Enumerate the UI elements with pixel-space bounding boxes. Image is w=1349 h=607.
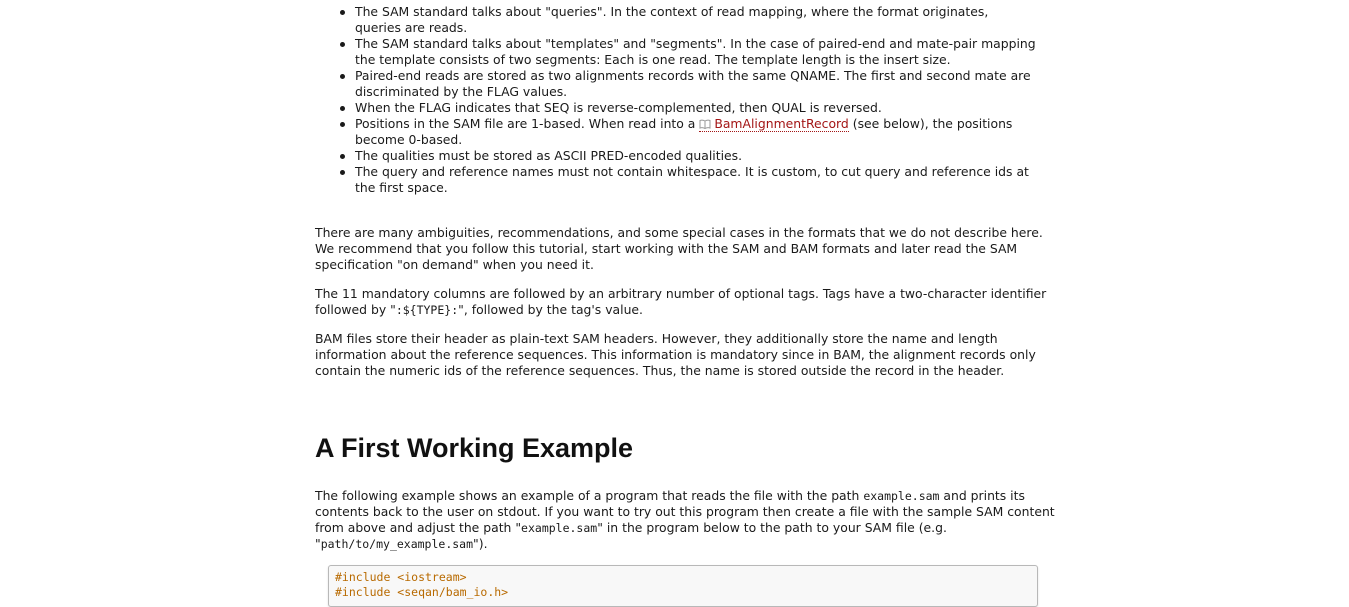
list-item-text: Paired-end reads are stored as two align… (355, 68, 1031, 99)
list-item: The SAM standard talks about "queries". … (337, 4, 1037, 36)
list-item-text: The query and reference names must not c… (355, 164, 1029, 195)
ambiguities-paragraph: There are many ambiguities, recommendati… (315, 225, 1043, 272)
paragraph-text: ", followed by the tag's value. (458, 302, 643, 317)
paragraph-text: The following example shows an example o… (315, 488, 864, 503)
list-item-text: The SAM standard talks about "templates"… (355, 36, 1036, 67)
list-item-text: Positions in the SAM file are 1-based. W… (355, 116, 700, 131)
list-item: Positions in the SAM file are 1-based. W… (337, 116, 1037, 148)
inline-code: :${TYPE}: (395, 303, 459, 317)
sam-notes-list: The SAM standard talks about "queries". … (337, 4, 1037, 196)
section-heading: A First Working Example (315, 433, 634, 463)
code-line: #include <iostream> (335, 570, 467, 584)
list-item-text: The qualities must be stored as ASCII PR… (355, 148, 743, 163)
list-item: When the FLAG indicates that SEQ is reve… (337, 100, 1037, 116)
book-icon (699, 119, 711, 129)
inline-code: example.sam (863, 489, 940, 503)
tags-paragraph: The 11 mandatory columns are followed by… (315, 286, 1055, 318)
bam-alignment-record-link[interactable]: BamAlignmentRecord (699, 116, 849, 132)
list-item: The SAM standard talks about "templates"… (337, 36, 1037, 68)
code-block[interactable]: #include <iostream> #include <seqan/bam_… (328, 565, 1038, 607)
bam-header-paragraph: BAM files store their header as plain-te… (315, 331, 1036, 378)
inline-code: example.sam (521, 521, 598, 535)
inline-code: path/to/my_example.sam (320, 537, 474, 551)
list-item-text: The SAM standard talks about "queries". … (355, 4, 989, 35)
example-intro-paragraph: The following example shows an example o… (315, 488, 1055, 552)
list-item-text: When the FLAG indicates that SEQ is reve… (355, 100, 882, 115)
list-item: The qualities must be stored as ASCII PR… (337, 148, 1037, 164)
link-label: BamAlignmentRecord (714, 116, 849, 131)
paragraph-text: "). (473, 536, 488, 551)
list-item: Paired-end reads are stored as two align… (337, 68, 1037, 100)
code-line: #include <seqan/bam_io.h> (335, 585, 509, 599)
list-item: The query and reference names must not c… (337, 164, 1037, 196)
